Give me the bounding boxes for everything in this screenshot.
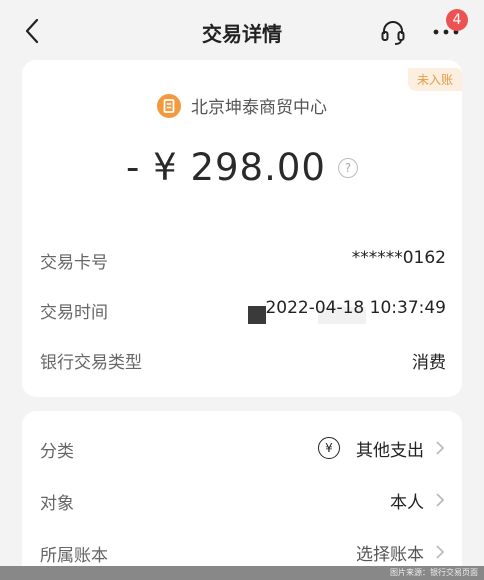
classification-card: 分类 ¥ 其他支出 对象 本人 所属账本 选择账本 bbox=[22, 411, 462, 580]
detail-label: 交易卡号 bbox=[40, 253, 108, 273]
top-bar: 交易详情 4 bbox=[0, 0, 484, 62]
merchant-name: 北京坤泰商贸中心 bbox=[191, 98, 327, 118]
amount-row: - ¥ 298.00 ? bbox=[22, 146, 462, 189]
ledger-value: 选择账本 bbox=[356, 544, 424, 565]
target-value: 本人 bbox=[390, 492, 424, 513]
chevron-right-icon bbox=[436, 545, 445, 559]
receipt-icon bbox=[157, 93, 181, 118]
category-row[interactable]: 分类 ¥ 其他支出 bbox=[40, 433, 446, 463]
detail-row-time: 交易时间 2022-04-18 10:37:49 bbox=[40, 294, 446, 324]
chevron-right-icon bbox=[436, 493, 445, 507]
detail-value: ******0162 bbox=[351, 248, 446, 268]
target-row[interactable]: 对象 本人 bbox=[40, 485, 446, 515]
notification-badge: 4 bbox=[446, 9, 468, 31]
detail-value: 消费 bbox=[412, 353, 446, 373]
chevron-right-icon bbox=[436, 441, 445, 455]
detail-row-card-number: 交易卡号 ******0162 bbox=[40, 244, 446, 274]
merchant-row: 北京坤泰商贸中心 bbox=[22, 93, 462, 119]
detail-label: 交易时间 bbox=[40, 303, 108, 323]
transaction-card: 未入账 北京坤泰商贸中心 - ¥ 298.00 ? 交易卡号 ******016… bbox=[22, 60, 462, 397]
yen-icon: ¥ bbox=[318, 437, 340, 459]
footer-caption-bar: 图片来源：银行交易页面 bbox=[0, 566, 484, 580]
customer-service-button[interactable] bbox=[378, 17, 408, 47]
detail-label: 银行交易类型 bbox=[40, 353, 142, 373]
status-badge: 未入账 bbox=[407, 68, 462, 91]
detail-row-type: 银行交易类型 消费 bbox=[40, 344, 446, 374]
row-label: 对象 bbox=[40, 494, 74, 514]
row-label: 分类 bbox=[40, 442, 74, 462]
page-title: 交易详情 bbox=[202, 22, 282, 46]
row-label: 所属账本 bbox=[40, 546, 108, 566]
image-source-caption: 图片来源：银行交易页面 bbox=[390, 568, 478, 577]
transaction-amount: - ¥ 298.00 bbox=[126, 146, 326, 189]
headset-icon bbox=[381, 21, 405, 45]
category-value: 其他支出 bbox=[356, 440, 424, 461]
ledger-row[interactable]: 所属账本 选择账本 bbox=[40, 537, 446, 567]
help-icon[interactable]: ? bbox=[337, 157, 358, 178]
detail-value: 2022-04-18 10:37:49 bbox=[265, 298, 446, 318]
